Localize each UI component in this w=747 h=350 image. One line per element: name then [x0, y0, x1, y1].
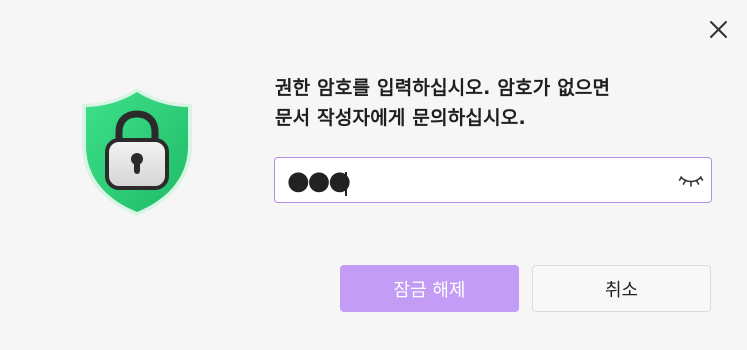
cancel-button[interactable]: 취소 [532, 265, 711, 312]
shield-lock-icon [82, 88, 192, 216]
close-icon [710, 21, 727, 38]
unlock-button[interactable]: 잠금 해제 [340, 265, 519, 312]
password-input[interactable]: ●●● [274, 157, 712, 203]
eye-closed-icon [678, 176, 704, 187]
password-dialog: 권한 암호를 입력하십시오. 암호가 없으면 문서 작성자에게 문의하십시오. … [0, 0, 747, 350]
password-value: ●●● [287, 166, 351, 196]
close-button[interactable] [704, 16, 732, 44]
message-line-1: 권한 암호를 입력하십시오. 암호가 없으면 [275, 77, 611, 99]
message-line-2: 문서 작성자에게 문의하십시오. [275, 107, 526, 129]
text-caret [345, 172, 347, 196]
toggle-visibility-button[interactable] [678, 170, 704, 190]
dialog-message: 권한 암호를 입력하십시오. 암호가 없으면 문서 작성자에게 문의하십시오. [275, 73, 715, 133]
